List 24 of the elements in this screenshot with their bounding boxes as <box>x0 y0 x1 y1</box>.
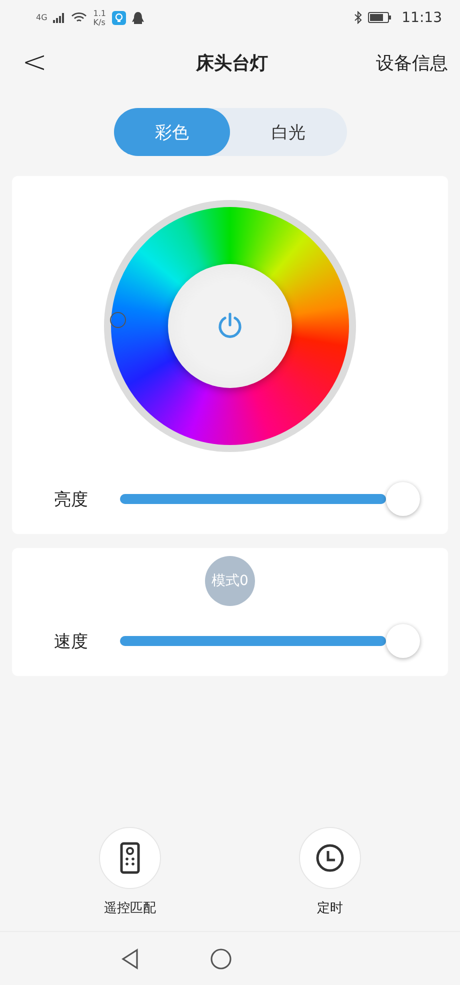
page-title: 床头台灯 <box>196 52 268 74</box>
signal-icon <box>53 12 66 22</box>
remote-control-icon <box>120 842 140 874</box>
clock-time: 11:13 <box>402 10 442 26</box>
network-type: 4G <box>36 13 48 22</box>
brightness-label: 亮度 <box>54 488 88 510</box>
color-mode-tab[interactable]: 白光 <box>230 108 346 156</box>
clock-icon <box>315 843 345 873</box>
penguin-icon <box>132 10 144 24</box>
device-info-link[interactable]: 设备信息 <box>376 50 448 74</box>
slider-thumb[interactable] <box>386 624 420 658</box>
power-icon <box>217 312 243 340</box>
bluetooth-icon <box>354 11 362 24</box>
back-nav-icon[interactable] <box>120 948 140 970</box>
back-button[interactable]: < <box>16 45 54 80</box>
lightbulb-app-icon <box>112 10 126 24</box>
speed-label: 速度 <box>54 630 88 652</box>
network-speed: 1.1 <box>93 8 106 18</box>
battery-icon <box>368 12 392 23</box>
slider-thumb[interactable] <box>386 482 420 516</box>
speed-unit: K/s <box>93 18 106 26</box>
color-picker-handle[interactable] <box>110 312 126 328</box>
wifi-icon <box>71 12 88 24</box>
home-nav-icon[interactable] <box>210 948 232 970</box>
